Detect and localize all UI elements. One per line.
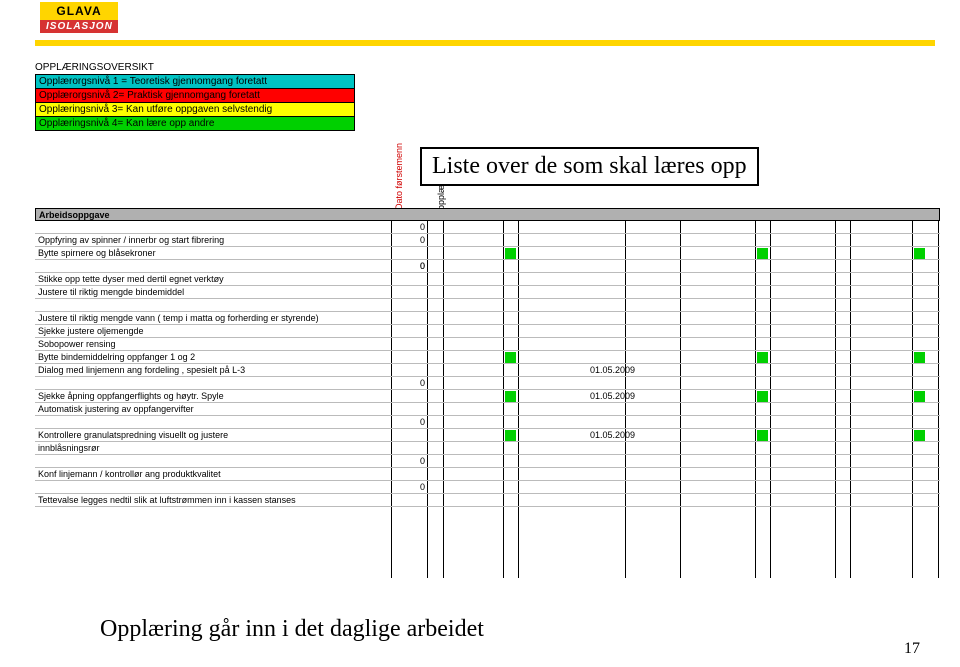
green-marker bbox=[505, 430, 516, 441]
task-label: Konf linjemann / kontrollør ang produktk… bbox=[35, 469, 390, 479]
green-marker bbox=[914, 430, 925, 441]
blank-row bbox=[35, 299, 940, 312]
green-marker bbox=[505, 248, 516, 259]
task-label: Automatisk justering av oppfangervifter bbox=[35, 404, 390, 414]
green-marker bbox=[914, 391, 925, 402]
task-row: innblåsningsrør bbox=[35, 442, 940, 455]
training-legend: OPPLÆRINGSOVERSIKT Opplærorgsnivå 1 = Te… bbox=[35, 62, 355, 131]
green-marker bbox=[914, 352, 925, 363]
task-row: Dialog med linjemenn ang fordeling , spe… bbox=[35, 364, 940, 377]
logo-bot: ISOLASJON bbox=[40, 20, 118, 33]
task-row: 0 Stikke opp tette dyser med dertil egne… bbox=[35, 273, 940, 286]
task-row: Oppfyring av spinner / innerbr og start … bbox=[35, 234, 940, 247]
blank-row: 0 bbox=[35, 455, 940, 468]
task-label: Sjekke justere oljemengde bbox=[35, 326, 390, 336]
legend-level-1: Opplærorgsnivå 1 = Teoretisk gjennomgang… bbox=[35, 75, 355, 89]
page-number: 17 bbox=[904, 640, 920, 658]
task-label: Sobopower rensing bbox=[35, 339, 390, 349]
task-label: innblåsningsrør bbox=[35, 443, 390, 453]
task-label: Sjekke åpning oppfangerflights og høytr.… bbox=[35, 391, 390, 401]
task-row: Justere til riktig mengde vann ( temp i … bbox=[35, 312, 940, 325]
task-row: Automatisk justering av oppfangervifter bbox=[35, 403, 940, 416]
task-label: Bytte bindemiddelring oppfanger 1 og 2 bbox=[35, 352, 390, 362]
blank-row: 0 bbox=[35, 260, 940, 273]
task-label: Bytte spirnere og blåsekroner bbox=[35, 248, 390, 258]
blank-row: 0 bbox=[35, 481, 940, 494]
col-dato-forstemenn: Dato førstemenn bbox=[393, 141, 405, 212]
blank-row: 0 bbox=[35, 377, 940, 390]
legend-level-3: Opplæringsnivå 3= Kan utføre oppgaven se… bbox=[35, 103, 355, 117]
divider-yellow bbox=[35, 40, 935, 46]
task-row: Sjekke åpning oppfangerflights og høytr.… bbox=[35, 390, 940, 403]
header-arbeidsoppgave: Arbeidsoppgave bbox=[39, 210, 110, 220]
zero: 0 bbox=[410, 261, 425, 271]
grid-header: Arbeidsoppgave bbox=[35, 208, 940, 221]
task-row: 0 Bytte spirnere og blåsekroner bbox=[35, 247, 940, 260]
logo-top: GLAVA bbox=[40, 2, 118, 20]
task-label: Stikke opp tette dyser med dertil egnet … bbox=[35, 274, 390, 284]
green-marker bbox=[757, 248, 768, 259]
task-label: Dialog med linjemenn ang fordeling , spe… bbox=[35, 365, 390, 375]
blank-row bbox=[35, 221, 940, 234]
task-row: Kontrollere granulatspredning visuellt o… bbox=[35, 429, 940, 442]
zero: 0 bbox=[410, 417, 425, 427]
blank-row: 0 bbox=[35, 416, 940, 429]
date: 01.05.2009 bbox=[590, 391, 650, 401]
task-label: Oppfyring av spinner / innerbr og start … bbox=[35, 235, 390, 245]
green-marker bbox=[757, 352, 768, 363]
task-grid: Arbeidsoppgave Oppfyring av spinner / in… bbox=[35, 208, 940, 507]
zero: 0 bbox=[410, 235, 425, 245]
date: 01.05.2009 bbox=[590, 365, 650, 375]
task-row: Konf linjemann / kontrollør ang produktk… bbox=[35, 468, 940, 481]
green-marker bbox=[914, 248, 925, 259]
zero: 0 bbox=[410, 378, 425, 388]
green-marker bbox=[505, 391, 516, 402]
legend-title: OPPLÆRINGSOVERSIKT bbox=[35, 62, 355, 75]
task-row: Tettevalse legges nedtil slik at luftstr… bbox=[35, 494, 940, 507]
task-label: Justere til riktig mengde bindemiddel bbox=[35, 287, 390, 297]
callout-box: Liste over de som skal læres opp bbox=[420, 147, 759, 186]
task-row: Sobopower rensing bbox=[35, 338, 940, 351]
task-row: Justere til riktig mengde bindemiddel bbox=[35, 286, 940, 299]
bottom-caption: Opplæring går inn i det daglige arbeidet bbox=[100, 616, 484, 643]
green-marker bbox=[757, 430, 768, 441]
task-label: Kontrollere granulatspredning visuellt o… bbox=[35, 430, 390, 440]
green-marker bbox=[757, 391, 768, 402]
legend-level-2: Opplærorgsnivå 2= Praktisk gjennomgang f… bbox=[35, 89, 355, 103]
logo: GLAVA ISOLASJON bbox=[40, 2, 118, 36]
task-row: Sjekke justere oljemengde bbox=[35, 325, 940, 338]
green-marker bbox=[505, 352, 516, 363]
task-label: Tettevalse legges nedtil slik at luftstr… bbox=[35, 495, 390, 505]
zero: 0 bbox=[410, 222, 425, 232]
zero: 0 bbox=[410, 482, 425, 492]
zero: 0 bbox=[410, 456, 425, 466]
task-label: Justere til riktig mengde vann ( temp i … bbox=[35, 313, 390, 323]
legend-level-4: Opplæringsnivå 4= Kan lære opp andre bbox=[35, 117, 355, 131]
task-row: Bytte bindemiddelring oppfanger 1 og 2 bbox=[35, 351, 940, 364]
date: 01.05.2009 bbox=[590, 430, 650, 440]
